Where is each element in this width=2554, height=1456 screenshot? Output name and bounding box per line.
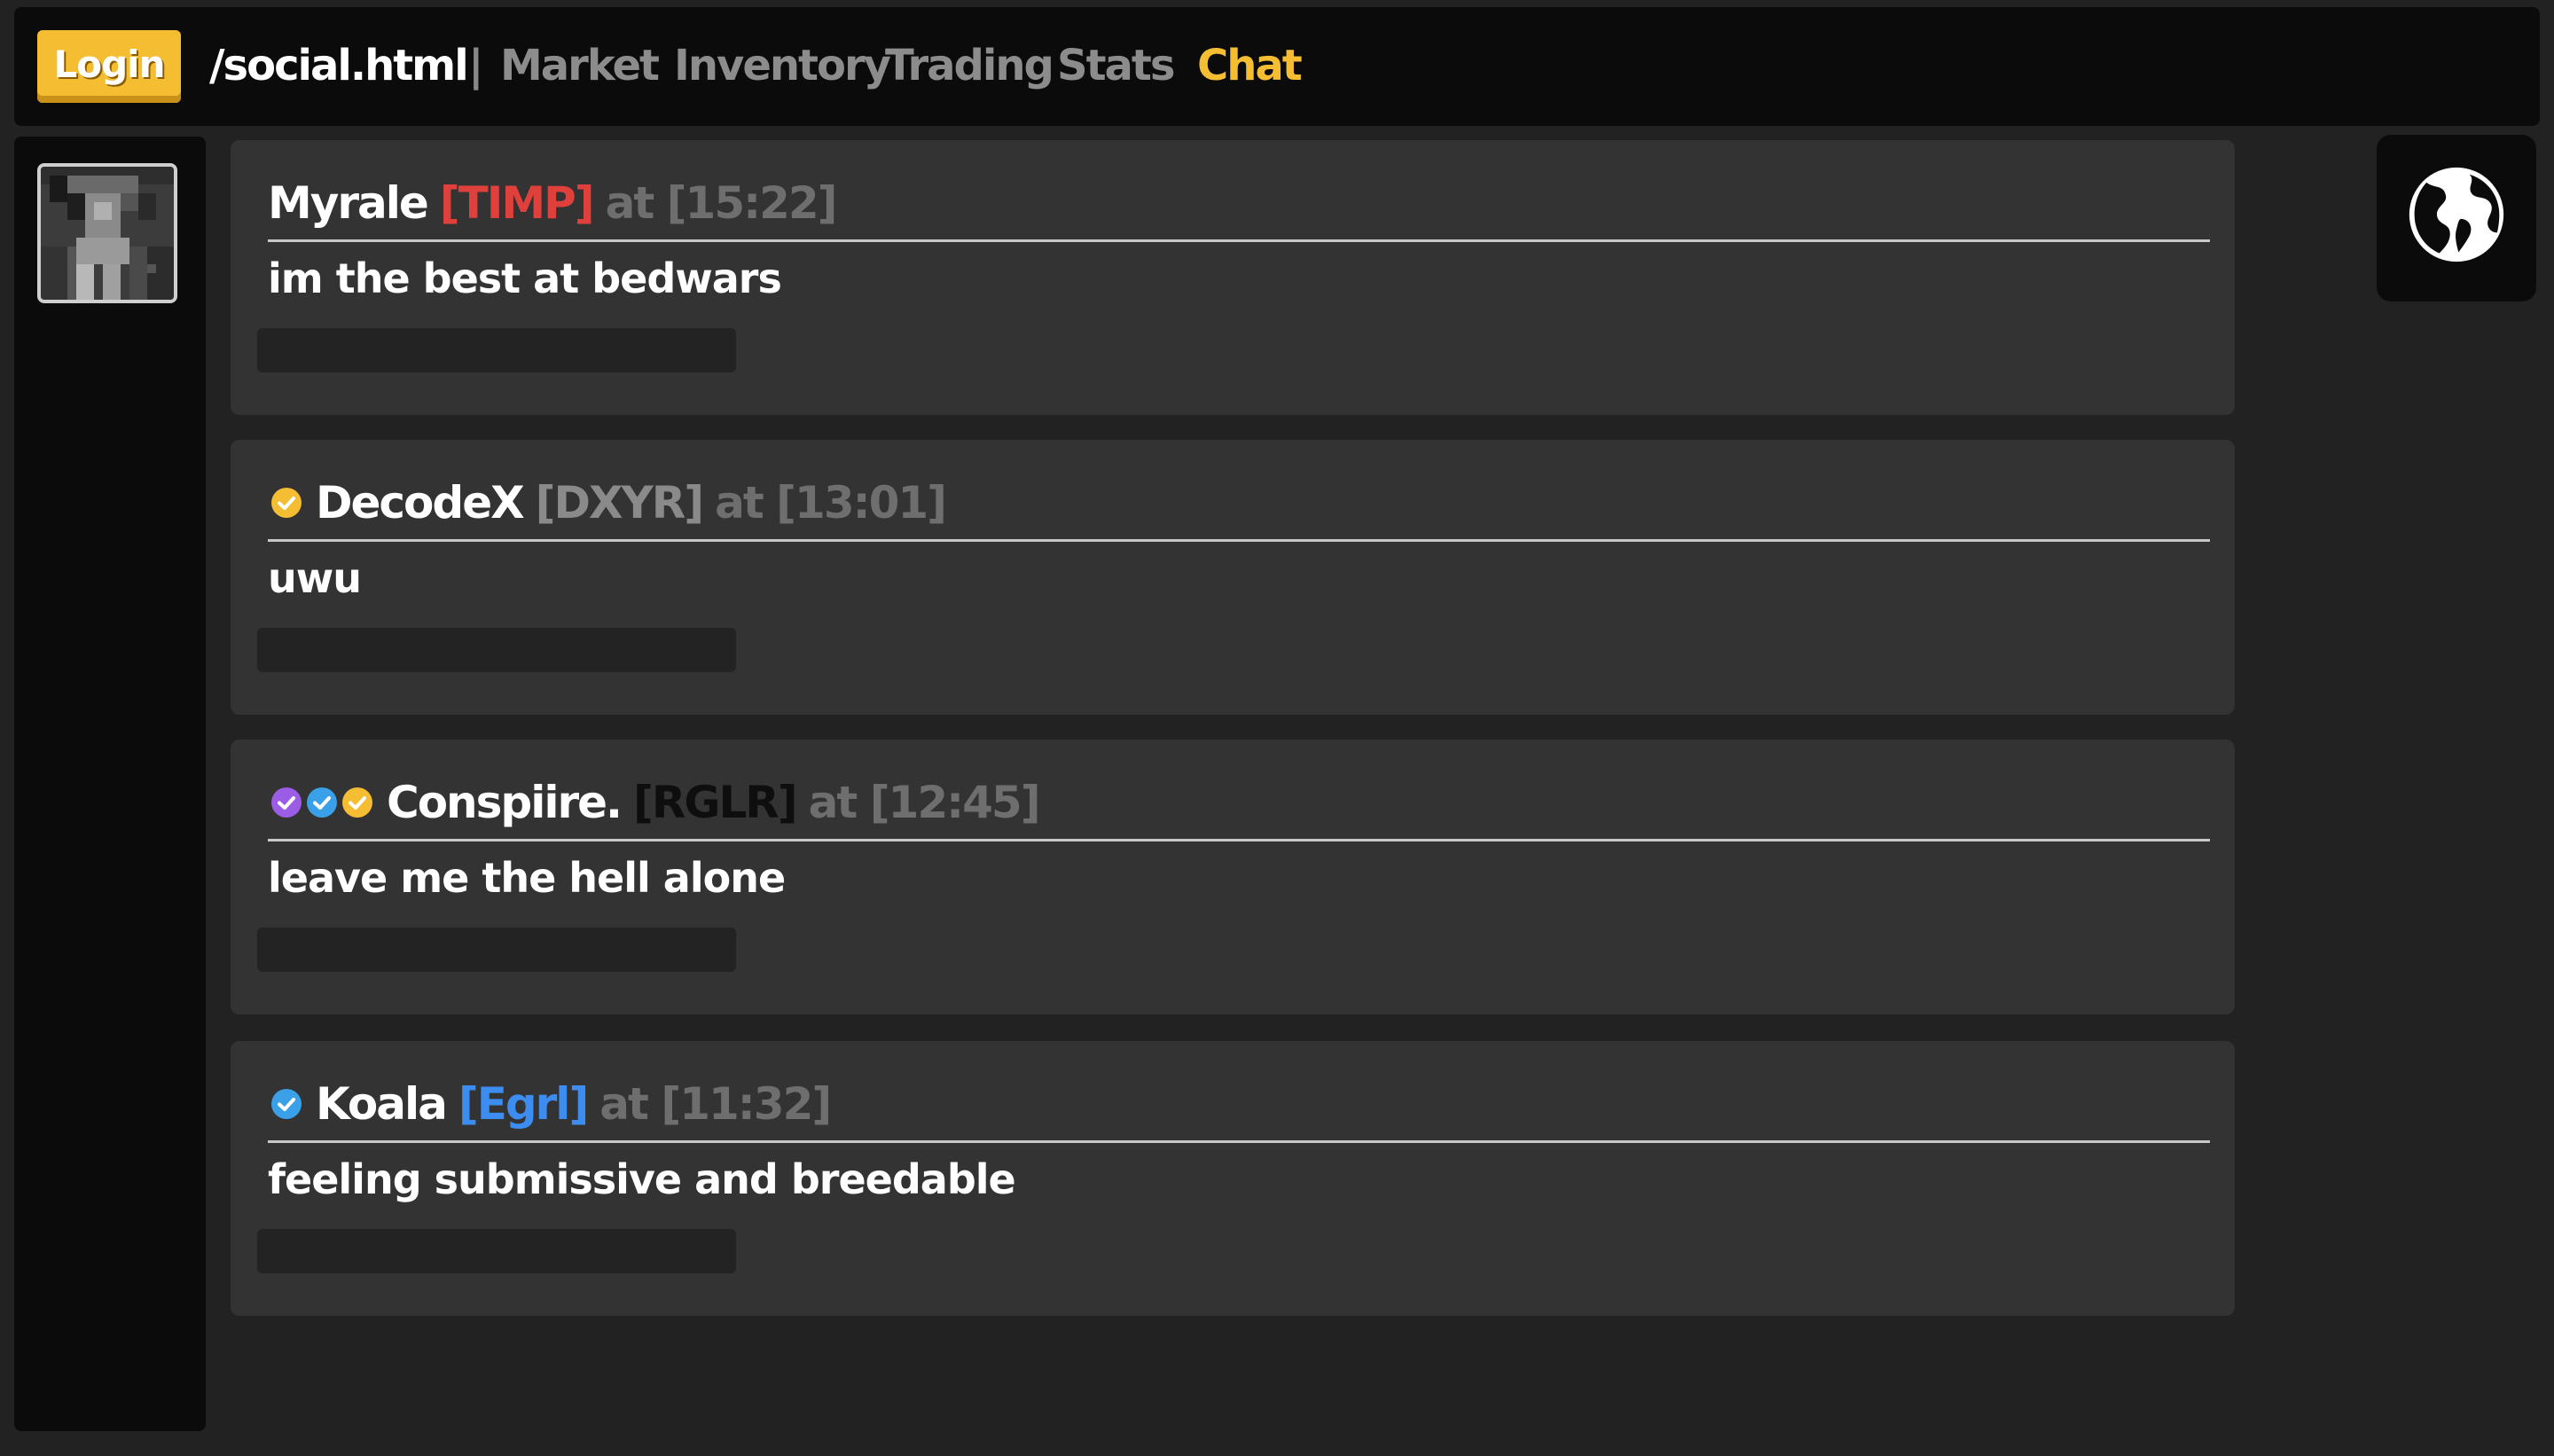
message-divider xyxy=(268,839,2210,842)
message-reaction-bar[interactable] xyxy=(257,628,736,672)
chat-message: Conspiire. [RGLR] at [12:45] leave me th… xyxy=(231,740,2235,1014)
login-button[interactable]: Login xyxy=(37,30,181,103)
globe-icon xyxy=(2409,167,2504,262)
message-username[interactable]: DecodeX xyxy=(316,477,525,528)
message-timestamp: at [15:22] xyxy=(605,177,838,229)
message-timestamp: at [12:45] xyxy=(808,777,1041,828)
message-divider xyxy=(268,239,2210,242)
nav-link-inventory[interactable]: Inventory xyxy=(674,39,891,92)
chat-message: Koala [Egrl] at [11:32] feeling submissi… xyxy=(231,1041,2235,1316)
message-username[interactable]: Koala xyxy=(316,1078,448,1130)
chat-message: DecodeX [DXYR] at [13:01] uwu xyxy=(231,440,2235,715)
nav-link-trading[interactable]: Trading xyxy=(885,39,1054,92)
gold-check-badge-icon xyxy=(342,787,372,818)
message-text: uwu xyxy=(268,554,362,602)
blue-check-badge-icon xyxy=(271,1089,302,1119)
message-divider xyxy=(268,539,2210,542)
nav-link-market[interactable]: Market xyxy=(500,39,660,92)
globe-button[interactable] xyxy=(2377,135,2536,301)
message-guild-tag[interactable]: [Egrl] xyxy=(458,1078,589,1130)
message-text: feeling submissive and breedable xyxy=(268,1155,1016,1203)
page-path: /social.html xyxy=(209,41,469,90)
message-text: im the best at bedwars xyxy=(268,254,782,302)
blue-check-badge-icon xyxy=(307,787,337,818)
purple-check-badge-icon xyxy=(271,787,302,818)
message-reaction-bar[interactable] xyxy=(257,328,736,372)
nav-link-chat[interactable]: Chat xyxy=(1197,39,1303,92)
chat-message: Myrale [TIMP] at [15:22] im the best at … xyxy=(231,140,2235,415)
player-avatar[interactable] xyxy=(37,163,177,303)
nav-separator: | xyxy=(468,41,484,90)
message-divider xyxy=(268,1140,2210,1143)
message-guild-tag[interactable]: [RGLR] xyxy=(633,777,798,828)
message-reaction-bar[interactable] xyxy=(257,1229,736,1273)
message-reaction-bar[interactable] xyxy=(257,928,736,972)
message-username[interactable]: Conspiire. xyxy=(387,777,623,828)
message-guild-tag[interactable]: [DXYR] xyxy=(536,477,704,528)
sidebar xyxy=(14,137,206,1431)
message-text: leave me the hell alone xyxy=(268,854,786,902)
message-guild-tag[interactable]: [TIMP] xyxy=(440,177,595,229)
gold-check-badge-icon xyxy=(271,488,302,518)
message-timestamp: at [11:32] xyxy=(599,1078,832,1130)
message-timestamp: at [13:01] xyxy=(715,477,947,528)
top-nav-bar: Login /social.html | Market Inventory Tr… xyxy=(14,7,2540,126)
nav-link-stats[interactable]: Stats xyxy=(1057,39,1175,92)
message-username[interactable]: Myrale xyxy=(268,177,429,229)
